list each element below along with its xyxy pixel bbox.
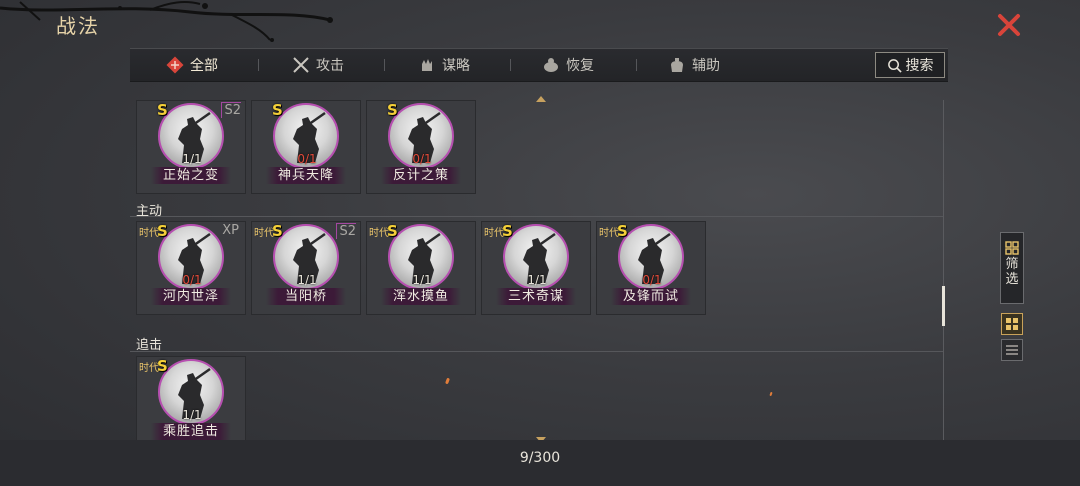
section-divider: [130, 216, 944, 217]
owned-count: 0/1: [297, 152, 317, 166]
collection-counter: 9/300: [519, 450, 561, 466]
owned-count: 1/1: [412, 273, 432, 287]
grade-badge: S: [272, 222, 283, 240]
owned-count: 0/1: [642, 273, 662, 287]
filter-label: 筛选: [1005, 257, 1019, 287]
tactic-name: 河内世泽: [151, 288, 231, 305]
tab-bar: 全部 攻击 谋略 恢复 辅助 搜索: [130, 48, 948, 82]
season-tag: S2: [221, 102, 241, 118]
grade-badge: S: [387, 222, 398, 240]
filter-button[interactable]: 筛选: [1000, 232, 1024, 304]
owned-count: 1/1: [527, 273, 547, 287]
era-label: 时代: [369, 228, 389, 239]
tactic-name: 正始之变: [151, 167, 231, 184]
grid-view-button[interactable]: [1001, 313, 1023, 335]
tactic-card[interactable]: 时代 S S2 1/1 当阳桥: [251, 221, 361, 315]
tactic-name: 及锋而试: [611, 288, 691, 305]
tab-attack[interactable]: 攻击: [292, 49, 344, 81]
footer-bar: 9/300: [0, 440, 1080, 486]
tactic-card[interactable]: 时代 S 1/1 浑水摸鱼: [366, 221, 476, 315]
tab-recover-label: 恢复: [566, 58, 594, 74]
tactic-card[interactable]: 时代 S 0/1 及锋而试: [596, 221, 706, 315]
close-button[interactable]: [994, 10, 1024, 40]
page-title: 战法: [56, 14, 100, 38]
tactic-name: 乘胜追击: [151, 423, 231, 440]
assist-bag-icon: [671, 58, 683, 72]
grade-badge: S: [272, 101, 283, 119]
grade-badge: S: [157, 222, 168, 240]
tactic-name: 反计之策: [381, 167, 461, 184]
tab-all[interactable]: 全部: [166, 49, 218, 81]
scroll-track: [943, 100, 944, 440]
tab-assist[interactable]: 辅助: [668, 49, 720, 81]
tab-divider: [510, 59, 511, 71]
tactic-card[interactable]: 时代 S 1/1 三术奇谋: [481, 221, 591, 315]
search-icon: [887, 58, 902, 73]
grade-badge: S: [387, 101, 398, 119]
crossed-swords-icon: [293, 57, 309, 73]
tab-assist-label: 辅助: [692, 58, 720, 74]
tactic-name: 三术奇谋: [496, 288, 576, 305]
search-label: 搜索: [905, 58, 934, 74]
era-label: 时代: [599, 228, 619, 239]
grade-badge: S: [157, 101, 168, 119]
section-divider: [130, 351, 944, 352]
season-tag: S2: [336, 223, 356, 239]
owned-count: 1/1: [182, 408, 202, 422]
tactic-card[interactable]: 时代 S XP 0/1 河内世泽: [136, 221, 246, 315]
season-tag: XP: [222, 223, 239, 238]
tactic-card[interactable]: 时代 S 1/1 乘胜追击: [136, 356, 246, 440]
owned-count: 1/1: [297, 273, 317, 287]
owned-count: 0/1: [182, 273, 202, 287]
grid-filter-icon: [1005, 241, 1019, 255]
recover-icon: [544, 58, 558, 72]
all-icon: [166, 56, 184, 74]
tactic-card[interactable]: S 0/1 神兵天降: [251, 100, 361, 194]
grid-view-icon: [1006, 318, 1018, 330]
tactics-list: S S2 1/1 正始之变 S 0/1 神兵天降 S 0/1 反计之策 主动 时代 S XP 0/1 河内世泽…: [130, 96, 944, 440]
tab-recover[interactable]: 恢复: [542, 49, 594, 81]
owned-count: 0/1: [412, 152, 432, 166]
era-label: 时代: [484, 228, 504, 239]
list-view-icon: [1006, 345, 1018, 355]
tactic-card[interactable]: S S2 1/1 正始之变: [136, 100, 246, 194]
era-label: 时代: [139, 363, 159, 374]
tactic-name: 当阳桥: [266, 288, 346, 305]
list-view-button[interactable]: [1001, 339, 1023, 361]
grade-badge: S: [617, 222, 628, 240]
grade-badge: S: [157, 357, 168, 375]
tactic-name: 浑水摸鱼: [381, 288, 461, 305]
tactic-card[interactable]: S 0/1 反计之策: [366, 100, 476, 194]
tab-divider: [258, 59, 259, 71]
strategy-hand-icon: [422, 59, 432, 71]
search-button[interactable]: 搜索: [875, 52, 945, 78]
tab-divider: [636, 59, 637, 71]
era-label: 时代: [139, 228, 159, 239]
owned-count: 1/1: [182, 152, 202, 166]
tab-all-label: 全部: [190, 58, 218, 74]
tactic-name: 神兵天降: [266, 167, 346, 184]
scrollbar-thumb[interactable]: [942, 286, 945, 326]
era-label: 时代: [254, 228, 274, 239]
grade-badge: S: [502, 222, 513, 240]
tab-attack-label: 攻击: [316, 58, 344, 74]
tab-strategy-label: 谋略: [442, 58, 470, 74]
close-icon: [998, 14, 1020, 36]
tab-strategy[interactable]: 谋略: [418, 49, 470, 81]
tab-divider: [384, 59, 385, 71]
